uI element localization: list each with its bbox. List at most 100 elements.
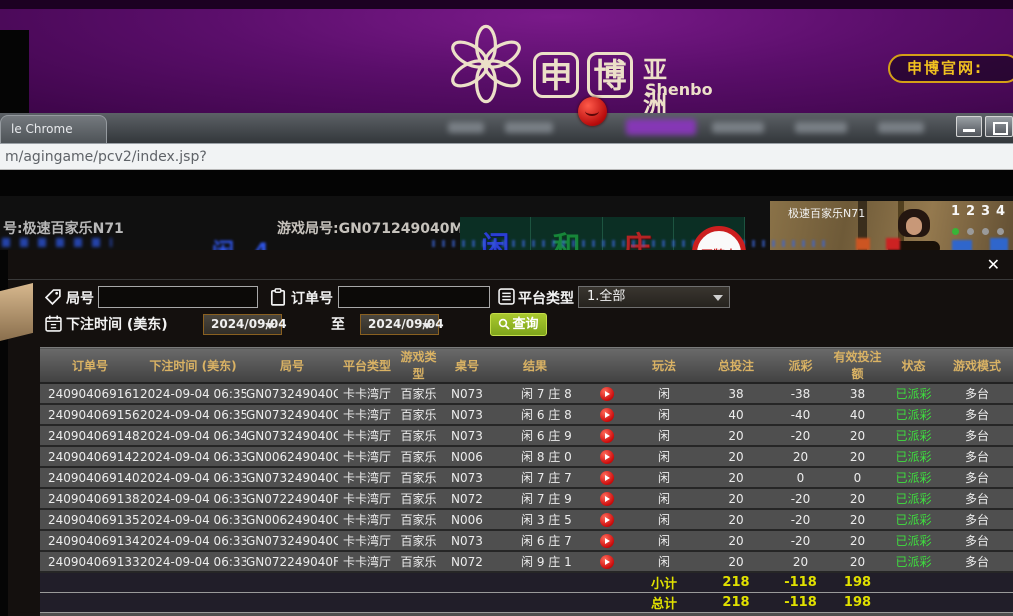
replay-icon[interactable] [600, 555, 614, 569]
cell-mode: 多台 [941, 488, 1013, 509]
cell-game-type: 百家乐 [396, 446, 441, 467]
cell-time: 2024-09-04 06:35:28 [140, 383, 246, 404]
date-from-select[interactable]: 2024/09/04 [203, 314, 282, 335]
replay-icon[interactable] [600, 450, 614, 464]
cell-order: 240904069161316 [40, 383, 140, 404]
bet-record-row[interactable]: 240904069142580 2024-09-04 06:33:49 GN00… [40, 446, 1013, 467]
cell-round: GN072249040FM [246, 551, 338, 572]
bet-record-row[interactable]: 240904069133414 2024-09-04 06:33:00 GN07… [40, 551, 1013, 572]
nav-item-blurred-3[interactable] [712, 122, 764, 133]
cell-valid-bet: 20 [829, 530, 886, 551]
replay-icon[interactable] [600, 408, 614, 422]
cell-round: GN073249040GL [246, 404, 338, 425]
address-bar[interactable]: m/agingame/pcv2/index.jsp? [0, 143, 1013, 170]
cell-valid-bet: 20 [829, 509, 886, 530]
col-table-no: 桌号 [441, 348, 493, 384]
bet-record-row[interactable]: 240904069148127 2024-09-04 06:34:19 GN07… [40, 425, 1013, 446]
magnifier-icon [498, 318, 510, 330]
nav-item-blurred-2[interactable] [505, 122, 553, 133]
official-site-link[interactable]: 申博官网: [888, 54, 1013, 83]
replay-icon[interactable] [600, 429, 614, 443]
cell-result: 闲 6 庄 7 [493, 530, 628, 551]
cell-time: 2024-09-04 06:33:49 [140, 446, 246, 467]
subtotal-label: 小计 [628, 572, 700, 593]
chevron-down-icon [422, 323, 432, 329]
cell-total-bet: 20 [700, 509, 772, 530]
bet-record-row[interactable]: 240904069138348 2024-09-04 06:33:28 GN07… [40, 488, 1013, 509]
cell-bet: 闲 [628, 551, 700, 572]
nav-item-blurred-5[interactable] [878, 122, 924, 133]
col-platform: 平台类型 [338, 348, 396, 384]
bet-record-row[interactable]: 240904069134203 2024-09-04 06:33:05 GN07… [40, 530, 1013, 551]
cell-time: 2024-09-04 06:35:02 [140, 404, 246, 425]
site-header: 申 博 亚洲 Shenbo 申博官网: [0, 0, 1013, 113]
cell-platform: 卡卡湾厅 [338, 446, 396, 467]
col-status: 状态 [886, 348, 941, 384]
browser-tab[interactable]: le Chrome [0, 115, 107, 143]
cell-table-no: N072 [441, 488, 493, 509]
roadmap-icon-orange [856, 238, 870, 250]
cell-bet: 闲 [628, 425, 700, 446]
promo-badge-icon[interactable] [578, 97, 607, 126]
cell-valid-bet: 0 [829, 467, 886, 488]
col-payout: 派彩 [772, 348, 829, 384]
bet-record-row[interactable]: 240904069140690 2024-09-04 06:33:41 GN07… [40, 467, 1013, 488]
platform-list-icon [498, 288, 515, 305]
cell-bet: 闲 [628, 509, 700, 530]
cell-payout: -20 [772, 425, 829, 446]
game-table-label: 号:极速百家乐N71 [3, 218, 124, 238]
date-from-value: 2024/09/04 [211, 317, 287, 331]
search-button[interactable]: 查询 [490, 313, 547, 336]
result-text: 闲 9 庄 1 [521, 553, 572, 570]
cell-mode: 多台 [941, 425, 1013, 446]
cell-bet: 闲 [628, 467, 700, 488]
game-round-label: 游戏局号:GN071249040M9 [277, 218, 473, 238]
total-label: 总计 [628, 593, 700, 613]
subtotal-row: 小计 218 -118 198 [40, 572, 1013, 593]
cell-mode: 多台 [941, 551, 1013, 572]
bet-record-row[interactable]: 240904069161316 2024-09-04 06:35:28 GN07… [40, 383, 1013, 404]
cell-result: 闲 7 庄 7 [493, 467, 628, 488]
replay-icon[interactable] [600, 387, 614, 401]
cell-total-bet: 20 [700, 488, 772, 509]
cell-result: 闲 9 庄 1 [493, 551, 628, 572]
cell-payout: 20 [772, 551, 829, 572]
cell-mode: 多台 [941, 467, 1013, 488]
cell-status: 已派彩 [886, 551, 941, 572]
replay-icon[interactable] [600, 492, 614, 506]
cell-order: 240904069148127 [40, 425, 140, 446]
platform-filter-label: 平台类型 [518, 288, 574, 308]
nav-item-blurred-1[interactable] [448, 122, 484, 133]
cell-status: 已派彩 [886, 383, 941, 404]
cell-table-no: N072 [441, 551, 493, 572]
nav-item-blurred-4[interactable] [795, 122, 847, 133]
bet-time-filter-label: 下注时间 (美东) [66, 314, 168, 334]
date-to-select[interactable]: 2024/09/04 [360, 314, 439, 335]
replay-icon[interactable] [600, 534, 614, 548]
minimize-button[interactable] [956, 116, 982, 137]
flower-logo-icon [443, 20, 529, 108]
replay-icon[interactable] [600, 513, 614, 527]
round-filter-input[interactable] [98, 286, 258, 308]
search-button-label: 查询 [512, 317, 538, 332]
close-icon[interactable]: ✕ [987, 255, 1000, 274]
cell-valid-bet: 20 [829, 551, 886, 572]
cell-time: 2024-09-04 06:33:41 [140, 467, 246, 488]
cell-table-no: N073 [441, 425, 493, 446]
table-filler-row [40, 613, 1013, 616]
nav-item-blurred-active[interactable] [626, 119, 696, 135]
result-text: 闲 7 庄 8 [521, 385, 572, 402]
order-filter-label: 订单号 [291, 288, 333, 308]
order-filter-input[interactable] [338, 286, 490, 308]
cell-platform: 卡卡湾厅 [338, 530, 396, 551]
bet-record-row[interactable]: 240904069135766 2024-09-04 06:33:13 GN00… [40, 509, 1013, 530]
cell-table-no: N073 [441, 404, 493, 425]
cell-result: 闲 6 庄 9 [493, 425, 628, 446]
platform-select[interactable]: 1.全部 [578, 286, 730, 308]
replay-icon[interactable] [600, 471, 614, 485]
col-time: 下注时间 (美东) [140, 348, 246, 384]
maximize-button[interactable] [985, 116, 1013, 137]
bet-record-row[interactable]: 240904069156658 2024-09-04 06:35:02 GN07… [40, 404, 1013, 425]
brand-char-2: 博 [587, 52, 633, 98]
roadmap-grid-blurred [432, 240, 827, 247]
